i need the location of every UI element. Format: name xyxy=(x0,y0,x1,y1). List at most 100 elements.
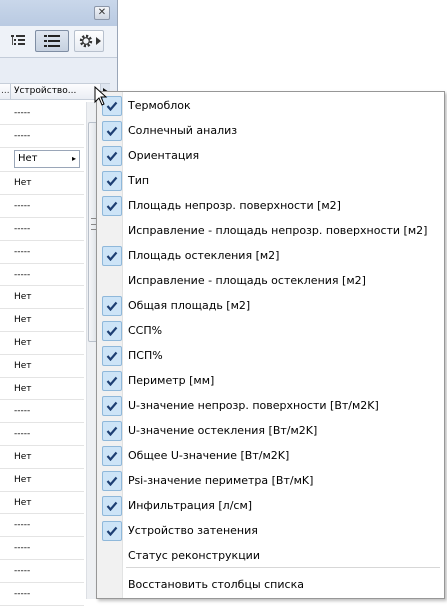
menu-item[interactable]: Исправление - площадь остекления [м2] xyxy=(99,269,444,293)
menu-item[interactable]: U-значение остекления [Вт/м2K] xyxy=(99,419,444,443)
menu-item-label: U-значение непрозр. поверхности [Вт/м2K] xyxy=(128,399,379,412)
row-value: ----- xyxy=(14,429,31,440)
row-value: Нет xyxy=(14,337,32,348)
table-row[interactable]: Нет xyxy=(0,309,84,332)
menu-item[interactable]: Площадь непрозр. поверхности [м2] xyxy=(99,194,444,218)
row-dropdown[interactable]: Нет ▸ xyxy=(14,149,80,168)
close-button[interactable]: ✕ xyxy=(94,6,110,20)
table-row[interactable]: ----- xyxy=(0,560,84,583)
checkmark-icon xyxy=(102,496,122,516)
menu-item[interactable]: Солнечный анализ xyxy=(99,119,444,143)
row-value: ----- xyxy=(14,588,31,599)
chevron-right-icon: ▸ xyxy=(71,153,76,163)
checkmark-icon xyxy=(102,121,122,141)
restore-columns-item[interactable]: Восстановить столбцы списка xyxy=(99,573,444,597)
menu-item-label: ССП% xyxy=(128,324,163,337)
row-value: ----- xyxy=(14,269,31,280)
menu-item-label: Солнечный анализ xyxy=(128,124,238,137)
row-value: ----- xyxy=(14,543,31,554)
checkmark-icon xyxy=(102,196,122,216)
menu-item-label: Периметр [мм] xyxy=(128,374,215,387)
table-row[interactable]: ----- xyxy=(0,102,84,125)
menu-item[interactable]: Общее U-значение [Вт/м2K] xyxy=(99,444,444,468)
menu-item-label: U-значение остекления [Вт/м2K] xyxy=(128,424,318,437)
menu-item-label: Исправление - площадь непрозр. поверхнос… xyxy=(128,224,428,237)
menu-item[interactable]: Psi-значение периметра [Вт/мK] xyxy=(99,469,444,493)
table-row[interactable]: Нет xyxy=(0,446,84,469)
menu-item-label: Площадь остекления [м2] xyxy=(128,249,280,262)
menu-item[interactable]: Площадь остекления [м2] xyxy=(99,244,444,268)
row-value: ----- xyxy=(14,565,31,576)
row-value: ----- xyxy=(14,246,31,257)
title-bar: ✕ xyxy=(0,0,117,26)
menu-item[interactable]: Периметр [мм] xyxy=(99,369,444,393)
menu-item[interactable]: U-значение непрозр. поверхности [Вт/м2K] xyxy=(99,394,444,418)
menu-item-label: Psi-значение периметра [Вт/мK] xyxy=(128,474,314,487)
menu-item-label: Ориентация xyxy=(128,149,200,162)
table-row[interactable]: ----- xyxy=(0,537,84,560)
settings-button[interactable] xyxy=(74,30,104,52)
menu-item[interactable]: Ориентация xyxy=(99,144,444,168)
row-value: Нет xyxy=(14,383,32,394)
checkmark-icon xyxy=(102,246,122,266)
menu-item[interactable]: ССП% xyxy=(99,319,444,343)
table-row[interactable]: ----- xyxy=(0,583,84,606)
table-row[interactable]: Нет xyxy=(0,492,84,515)
row-value: ----- xyxy=(14,520,31,531)
list-view-button[interactable] xyxy=(35,30,69,52)
table-row[interactable]: Нет xyxy=(0,332,84,355)
menu-item[interactable]: Термоблок xyxy=(99,94,444,118)
row-value: Нет xyxy=(14,360,32,371)
row-value: Нет xyxy=(14,497,32,508)
table-row[interactable]: Нет xyxy=(0,378,84,401)
toolbar xyxy=(0,26,117,58)
row-dropdown-value: Нет xyxy=(18,152,38,164)
table-row[interactable]: ----- xyxy=(0,241,84,264)
menu-item-label: Инфильтрация [л/см] xyxy=(128,499,253,512)
menu-item[interactable]: Исправление - площадь непрозр. поверхнос… xyxy=(99,219,444,243)
table-row[interactable]: ----- xyxy=(0,514,84,538)
menu-item[interactable]: Устройство затенения xyxy=(99,519,444,543)
menu-item[interactable]: Общая площадь [м2] xyxy=(99,294,444,318)
table-row[interactable]: ----- xyxy=(0,195,84,218)
table-row[interactable]: ----- xyxy=(0,423,84,446)
tree-view-button[interactable] xyxy=(6,30,30,52)
column-header-dots[interactable]: ... xyxy=(0,84,11,99)
menu-item-label: Восстановить столбцы списка xyxy=(128,578,304,591)
menu-item-label: Статус реконструкции xyxy=(128,549,260,562)
table-row[interactable]: Нет xyxy=(0,172,84,196)
list-view-icon xyxy=(44,35,60,47)
menu-item-label: Общая площадь [м2] xyxy=(128,299,251,312)
row-value: Нет xyxy=(14,178,32,189)
table-row[interactable]: Нет ▸ xyxy=(0,149,84,173)
mouse-cursor-icon xyxy=(94,86,108,106)
checkmark-icon xyxy=(102,396,122,416)
menu-item-label: ПСП% xyxy=(128,349,163,362)
menu-item-label: Устройство затенения xyxy=(128,524,258,537)
row-value: Нет xyxy=(14,315,32,326)
menu-separator xyxy=(126,567,440,568)
table-row[interactable]: ----- xyxy=(0,400,84,424)
table-row[interactable]: Нет xyxy=(0,469,84,492)
table-row[interactable]: Нет xyxy=(0,355,84,378)
menu-item[interactable]: Статус реконструкции xyxy=(99,544,444,568)
column-header-device[interactable]: Устройство... xyxy=(11,84,100,99)
row-value: ----- xyxy=(14,406,31,417)
table-row[interactable]: Нет xyxy=(0,286,84,310)
row-value: ----- xyxy=(14,108,31,118)
table-row[interactable]: ----- xyxy=(0,218,84,241)
list-rows: ----- ----- Нет ▸ Нет ----- ----- ----- ----- Нет… xyxy=(0,102,84,606)
table-row[interactable]: ----- xyxy=(0,264,84,287)
menu-item[interactable]: ПСП% xyxy=(99,344,444,368)
menu-item-label: Термоблок xyxy=(128,99,191,112)
checkmark-icon xyxy=(102,296,122,316)
table-row[interactable]: ----- xyxy=(0,125,84,148)
tree-list-icon xyxy=(11,35,25,45)
menu-item-label: Общее U-значение [Вт/м2K] xyxy=(128,449,290,462)
menu-item[interactable]: Тип xyxy=(99,169,444,193)
row-value: ----- xyxy=(14,130,31,141)
checkmark-icon xyxy=(102,471,122,491)
checkmark-icon xyxy=(102,346,122,366)
menu-item[interactable]: Инфильтрация [л/см] xyxy=(99,494,444,518)
gear-icon xyxy=(79,34,92,48)
